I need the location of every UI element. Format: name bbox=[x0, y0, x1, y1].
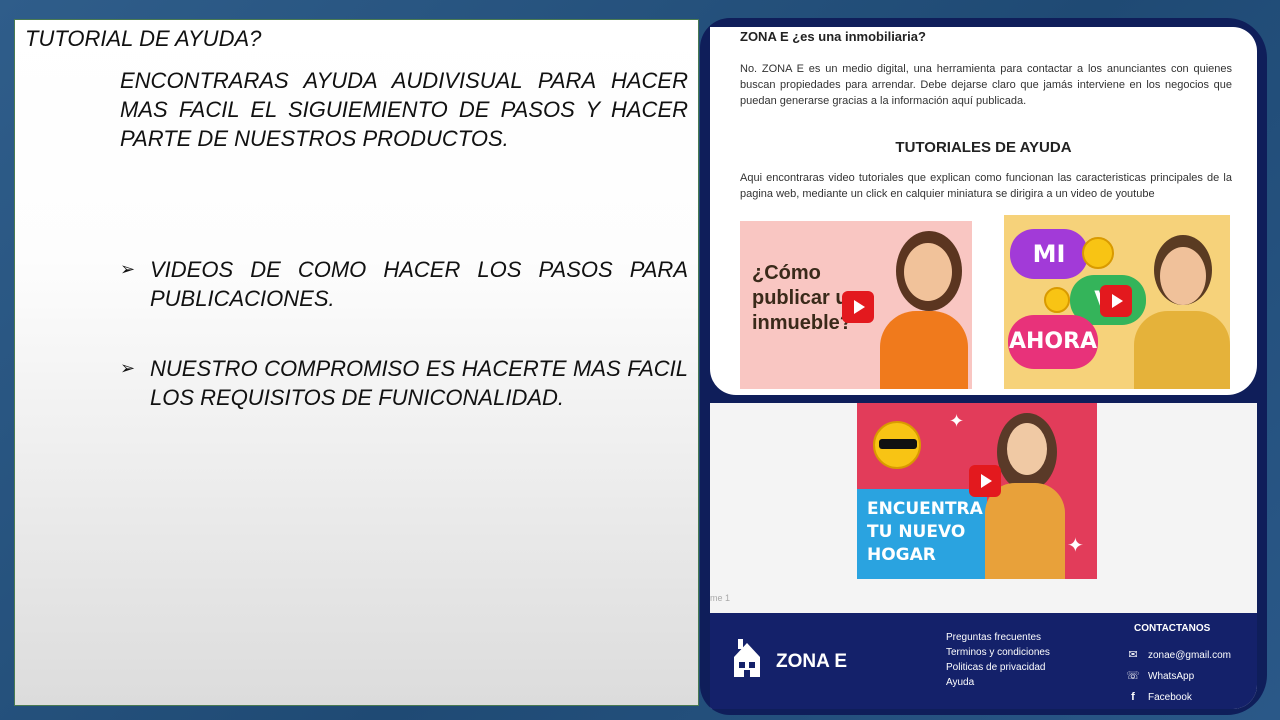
play-button-icon[interactable] bbox=[842, 291, 874, 323]
sparkle-icon: ✦ bbox=[949, 411, 965, 431]
bullet-text: NUESTRO COMPROMISO ES HACERTE MAS FACIL … bbox=[150, 356, 688, 410]
man-face bbox=[1160, 247, 1206, 305]
whatsapp-icon: ☏ bbox=[1126, 670, 1140, 682]
facebook-icon: f bbox=[1131, 691, 1135, 703]
sparkle-icon: ✦ bbox=[1067, 535, 1084, 557]
speech-bubble: AHORA bbox=[1008, 315, 1098, 369]
laughing-emoji-icon bbox=[1044, 287, 1070, 313]
woman-body bbox=[880, 311, 968, 389]
footer-link-help[interactable]: Ayuda bbox=[946, 675, 1050, 690]
website-heading: ZONA E ¿es una inmobiliaria? bbox=[740, 29, 926, 44]
video-thumbnail-watch-now[interactable]: MI VI AHORA bbox=[1004, 215, 1230, 389]
footer-link-terms[interactable]: Terminos y condiciones bbox=[946, 645, 1050, 660]
bullet-item: ➢ VIDEOS DE COMO HACER LOS PASOS PARA PU… bbox=[120, 255, 688, 313]
footer-link-faq[interactable]: Preguntas frecuentes bbox=[946, 630, 1050, 645]
slide-title: TUTORIAL DE AYUDA? bbox=[25, 26, 262, 51]
woman-face bbox=[904, 243, 952, 301]
website-footer: ZONA E Preguntas frecuentes Terminos y c… bbox=[710, 613, 1257, 709]
footer-contact-title: CONTACTANOS bbox=[1134, 623, 1211, 634]
website-intro-text: No. ZONA E es un medio digital, una herr… bbox=[740, 63, 1232, 107]
play-button-icon[interactable] bbox=[969, 465, 1001, 497]
laughing-emoji-icon bbox=[1082, 237, 1114, 269]
slide-intro: ENCONTRARAS AYUDA AUDIVISUAL PARA HACER … bbox=[120, 68, 688, 151]
contact-facebook[interactable]: f Facebook bbox=[1126, 687, 1231, 708]
contact-email[interactable]: ✉ zonae@gmail.com bbox=[1126, 645, 1231, 666]
website-upper-section: ZONA E ¿es una inmobiliaria? No. ZONA E … bbox=[710, 27, 1257, 395]
arrow-bullet-icon: ➢ bbox=[120, 358, 136, 378]
slide-text-panel: TUTORIAL DE AYUDA? ENCONTRARAS AYUDA AUD… bbox=[14, 19, 699, 706]
video-thumbnail-find-home[interactable]: ENCUENTRA TU NUEVO HOGAR ✦ ✦ bbox=[857, 403, 1097, 579]
arrow-bullet-icon: ➢ bbox=[120, 259, 136, 279]
play-button-icon[interactable] bbox=[1100, 285, 1132, 317]
page-note: me 1 bbox=[710, 593, 731, 603]
woman-body bbox=[985, 483, 1065, 579]
thumbnail-text: ENCUENTRA TU NUEVO HOGAR bbox=[867, 499, 983, 565]
house-logo-icon bbox=[734, 639, 760, 677]
tutorials-title: TUTORIALES DE AYUDA bbox=[895, 139, 1072, 156]
mail-icon: ✉ bbox=[1128, 649, 1138, 661]
man-body bbox=[1134, 311, 1230, 389]
footer-link-privacy[interactable]: Politicas de privacidad bbox=[946, 660, 1050, 675]
footer-links: Preguntas frecuentes Terminos y condicio… bbox=[946, 630, 1050, 690]
website-lower-section: ENCUENTRA TU NUEVO HOGAR ✦ ✦ me 1 ZONA E bbox=[710, 403, 1257, 709]
woman-face bbox=[1007, 423, 1047, 475]
tutorials-description: Aqui encontraras video tutoriales que ex… bbox=[740, 172, 1232, 200]
footer-contacts: ✉ zonae@gmail.com ☏ WhatsApp f Facebook bbox=[1126, 645, 1231, 708]
sunglasses-emoji-icon bbox=[873, 421, 921, 469]
contact-whatsapp[interactable]: ☏ WhatsApp bbox=[1126, 666, 1231, 687]
website-screenshot: ENCUENTRA TU NUEVO HOGAR ✦ ✦ me 1 ZONA E bbox=[700, 18, 1267, 715]
bullet-item: ➢ NUESTRO COMPROMISO ES HACERTE MAS FACI… bbox=[120, 354, 688, 412]
speech-bubble: MI bbox=[1010, 229, 1088, 279]
footer-brand: ZONA E bbox=[776, 651, 848, 672]
video-thumbnail-how-to-publish[interactable]: ¿Cómo publicar un inmueble? bbox=[740, 221, 972, 389]
bullet-text: VIDEOS DE COMO HACER LOS PASOS PARA PUBL… bbox=[150, 257, 688, 311]
